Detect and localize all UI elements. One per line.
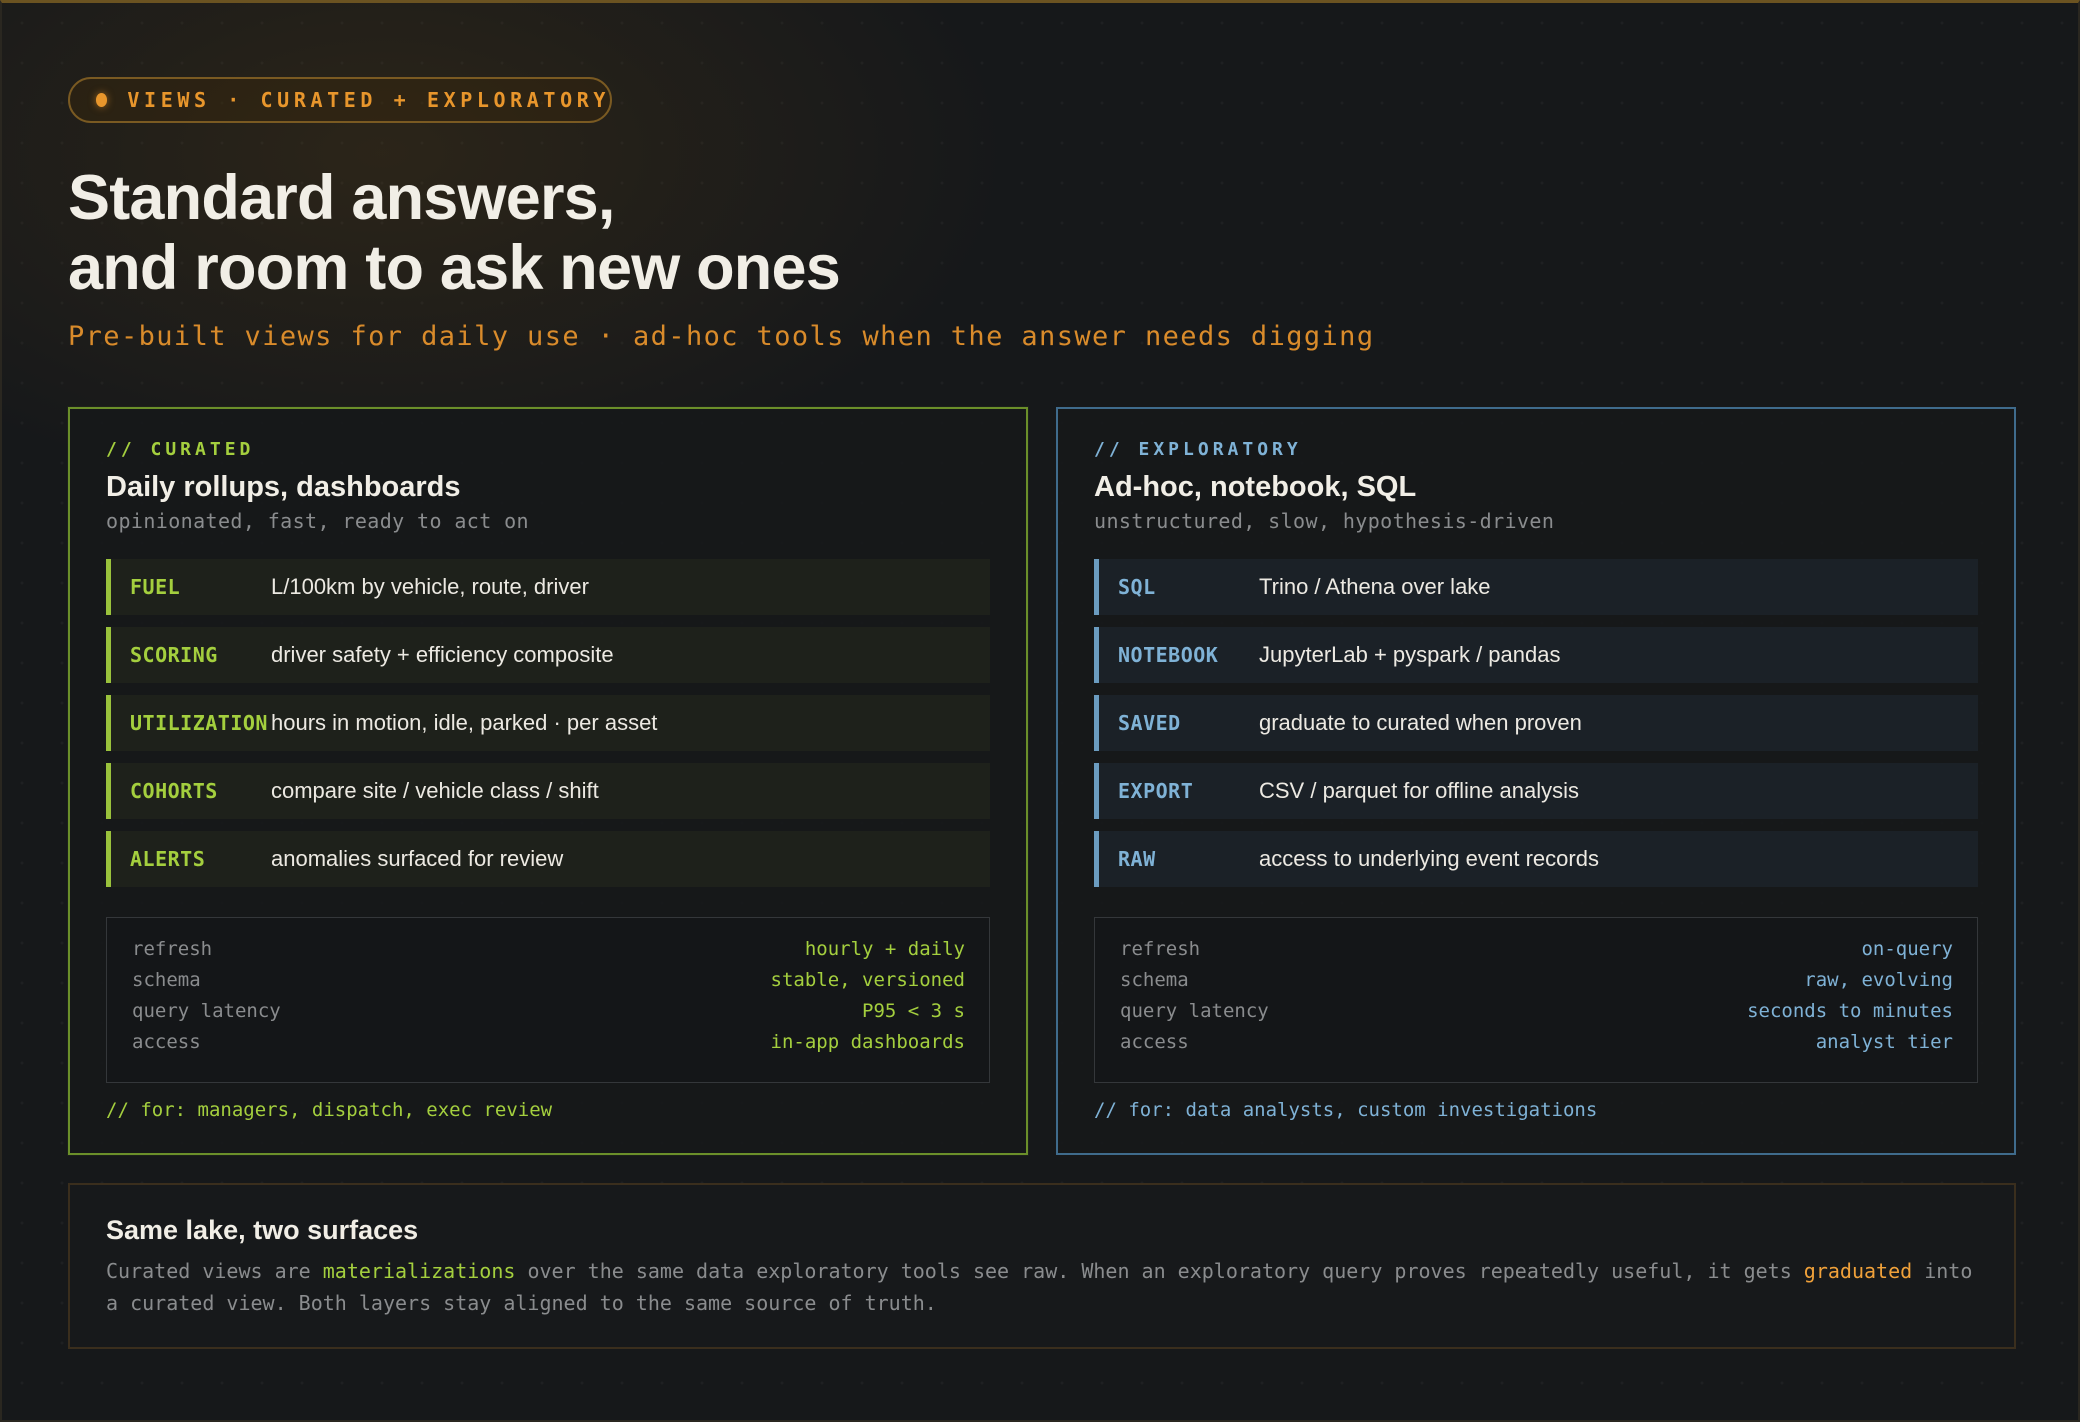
exploratory-feature-list: SQL Trino / Athena over lake NOTEBOOK Ju… (1094, 559, 1978, 899)
stat-row-access: access analyst tier (1120, 1031, 1953, 1062)
curated-row-cohorts: COHORTS compare site / vehicle class / s… (106, 763, 990, 819)
page-subtitle: Pre-built views for daily use · ad-hoc t… (68, 321, 1375, 352)
exploratory-panel: // EXPLORATORY Ad-hoc, notebook, SQL uns… (1056, 407, 2016, 1155)
row-value: Trino / Athena over lake (1259, 574, 1491, 599)
exploratory-stats-box: refresh on-query schema raw, evolving qu… (1094, 917, 1978, 1083)
note-body: Curated views are materializations over … (106, 1255, 1986, 1319)
stat-row-schema: schema stable, versioned (132, 969, 965, 1000)
curated-footnote: // for: managers, dispatch, exec review (106, 1099, 553, 1121)
stat-value: in-app dashboards (770, 1031, 965, 1053)
stat-value: raw, evolving (1804, 969, 1953, 991)
row-key: SAVED (1118, 711, 1181, 735)
exploratory-row-sql: SQL Trino / Athena over lake (1094, 559, 1978, 615)
curated-feature-list: FUEL L/100km by vehicle, route, driver S… (106, 559, 990, 899)
stat-value: seconds to minutes (1747, 1000, 1953, 1022)
stat-key: query latency (1120, 1000, 1269, 1022)
stat-key: access (132, 1031, 201, 1053)
page-title: Standard answers, and room to ask new on… (68, 163, 841, 303)
curated-panel: // CURATED Daily rollups, dashboards opi… (68, 407, 1028, 1155)
section-badge: VIEWS · CURATED + EXPLORATORY (68, 77, 612, 123)
stat-value: hourly + daily (804, 938, 965, 960)
status-dot-icon (96, 93, 108, 107)
stat-key: query latency (132, 1000, 281, 1022)
exploratory-row-export: EXPORT CSV / parquet for offline analysi… (1094, 763, 1978, 819)
exploratory-tag: // EXPLORATORY (1094, 439, 1302, 460)
exploratory-subtitle: unstructured, slow, hypothesis-driven (1094, 509, 1555, 533)
stat-row-refresh: refresh hourly + daily (132, 938, 965, 969)
stat-key: schema (1120, 969, 1189, 991)
stat-row-access: access in-app dashboards (132, 1031, 965, 1062)
stat-row-schema: schema raw, evolving (1120, 969, 1953, 1000)
row-key: ALERTS (130, 847, 206, 871)
stat-key: access (1120, 1031, 1189, 1053)
row-key: SCORING (130, 643, 218, 667)
stat-key: schema (132, 969, 201, 991)
exploratory-footnote: // for: data analysts, custom investigat… (1094, 1099, 1598, 1121)
curated-stats-box: refresh hourly + daily schema stable, ve… (106, 917, 990, 1083)
stat-value: stable, versioned (770, 969, 965, 991)
curated-subtitle: opinionated, fast, ready to act on (106, 509, 529, 533)
stat-value: on-query (1861, 938, 1953, 960)
curated-row-alerts: ALERTS anomalies surfaced for review (106, 831, 990, 887)
curated-row-utilization: UTILIZATION hours in motion, idle, parke… (106, 695, 990, 751)
row-key: EXPORT (1118, 779, 1194, 803)
title-line-2: and room to ask new ones (68, 233, 841, 303)
stat-row-latency: query latency P95 < 3 s (132, 1000, 965, 1031)
stat-key: refresh (132, 938, 213, 960)
curated-title: Daily rollups, dashboards (106, 471, 461, 503)
row-value: driver safety + efficiency composite (271, 642, 614, 667)
row-key: RAW (1118, 847, 1156, 871)
row-value: L/100km by vehicle, route, driver (271, 574, 589, 599)
curated-row-fuel: FUEL L/100km by vehicle, route, driver (106, 559, 990, 615)
row-key: UTILIZATION (130, 711, 268, 735)
row-key: SQL (1118, 575, 1156, 599)
note-highlight-materializations: materializations (322, 1259, 516, 1283)
stat-value: P95 < 3 s (862, 1000, 965, 1022)
row-key: FUEL (130, 575, 181, 599)
note-text: over the same data exploratory tools see… (515, 1259, 1804, 1283)
exploratory-row-saved: SAVED graduate to curated when proven (1094, 695, 1978, 751)
exploratory-row-notebook: NOTEBOOK JupyterLab + pyspark / pandas (1094, 627, 1978, 683)
page-frame: VIEWS · CURATED + EXPLORATORY Standard a… (0, 0, 2080, 1422)
curated-row-scoring: SCORING driver safety + efficiency compo… (106, 627, 990, 683)
row-value: access to underlying event records (1259, 846, 1599, 871)
exploratory-title: Ad-hoc, notebook, SQL (1094, 471, 1417, 503)
note-highlight-graduated: graduated (1803, 1259, 1913, 1283)
title-line-1: Standard answers, (68, 163, 615, 233)
row-key: COHORTS (130, 779, 218, 803)
row-value: CSV / parquet for offline analysis (1259, 778, 1579, 803)
exploratory-row-raw: RAW access to underlying event records (1094, 831, 1978, 887)
stat-value: analyst tier (1815, 1031, 1953, 1053)
row-value: JupyterLab + pyspark / pandas (1259, 642, 1561, 667)
stat-row-refresh: refresh on-query (1120, 938, 1953, 969)
row-value: compare site / vehicle class / shift (271, 778, 599, 803)
note-title: Same lake, two surfaces (106, 1215, 419, 1245)
row-value: graduate to curated when proven (1259, 710, 1582, 735)
row-key: NOTEBOOK (1118, 643, 1219, 667)
row-value: anomalies surfaced for review (271, 846, 564, 871)
curated-tag: // CURATED (106, 439, 255, 460)
summary-note: Same lake, two surfaces Curated views ar… (68, 1183, 2016, 1349)
note-text: Curated views are (106, 1259, 323, 1283)
row-value: hours in motion, idle, parked · per asse… (271, 710, 658, 735)
stat-row-latency: query latency seconds to minutes (1120, 1000, 1953, 1031)
badge-label: VIEWS · CURATED + EXPLORATORY (127, 88, 610, 112)
stat-key: refresh (1120, 938, 1201, 960)
